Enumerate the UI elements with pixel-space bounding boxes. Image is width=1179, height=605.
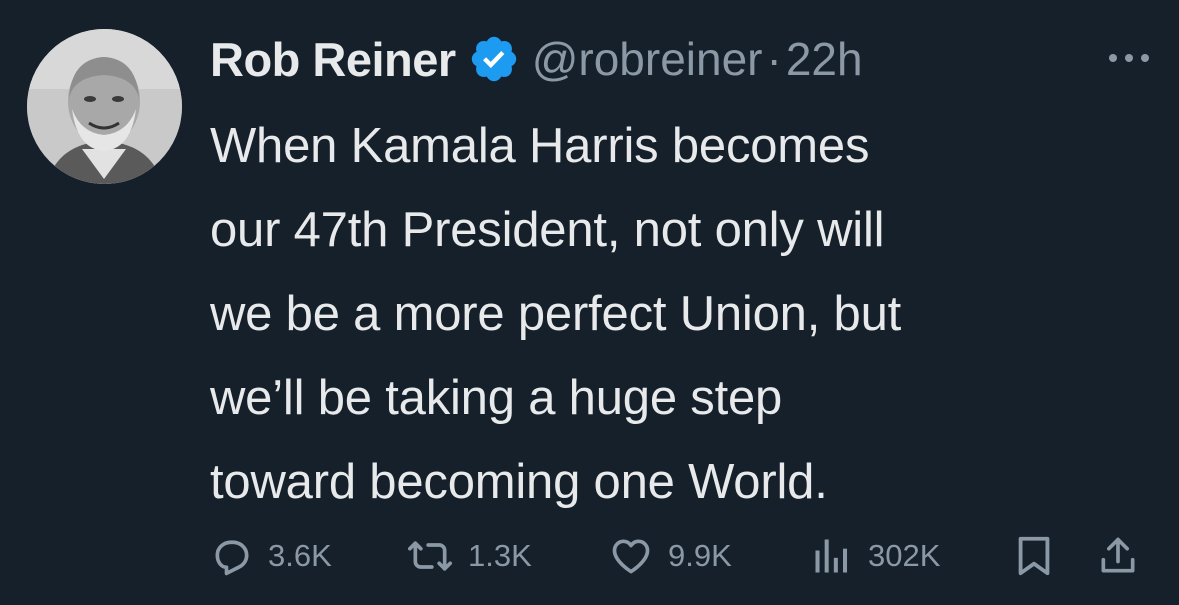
verified-badge-icon[interactable]: [468, 33, 520, 85]
tweet-text-line: we’ll be taking a huge step: [210, 371, 783, 425]
views-button[interactable]: 302K: [810, 528, 940, 584]
timestamp[interactable]: 22h: [786, 32, 863, 86]
bookmark-button[interactable]: [1014, 528, 1054, 584]
repost-icon: [408, 541, 452, 571]
like-button[interactable]: 9.9K: [608, 528, 732, 584]
reply-button[interactable]: 3.6K: [210, 528, 332, 584]
avatar[interactable]: [27, 29, 182, 184]
heart-icon: [612, 539, 650, 574]
share-icon: [1101, 537, 1135, 573]
tweet-card[interactable]: Rob Reiner @robreiner · 22h When Kamala …: [0, 0, 1179, 605]
views-count: 302K: [868, 538, 941, 573]
display-name[interactable]: Rob Reiner: [210, 32, 456, 87]
tweet-text: When Kamala Harris becomes our 47th Pres…: [210, 104, 1150, 524]
separator-dot: ·: [766, 33, 782, 85]
views-chart-icon: [815, 539, 848, 573]
repost-count: 1.3K: [468, 538, 532, 573]
reply-count: 3.6K: [268, 538, 332, 573]
share-button[interactable]: [1096, 528, 1140, 584]
tweet-text-line: When Kamala Harris becomes: [210, 119, 870, 173]
tweet-text-line: toward becoming one World.: [210, 455, 828, 509]
repost-button[interactable]: 1.3K: [406, 528, 532, 584]
bookmark-icon: [1018, 536, 1050, 576]
more-options-icon[interactable]: [1103, 40, 1155, 76]
tweet-text-line: our 47th President, not only will: [210, 203, 885, 257]
action-bar: 3.6K 1.3K 9.9K 302K: [210, 528, 1150, 584]
avatar-photo: [27, 29, 182, 184]
like-count: 9.9K: [668, 538, 732, 573]
tweet-header: Rob Reiner @robreiner · 22h: [210, 28, 863, 90]
reply-icon: [215, 540, 249, 576]
user-handle[interactable]: @robreiner: [532, 32, 763, 86]
tweet-text-line: we be a more perfect Union, but: [210, 287, 902, 341]
